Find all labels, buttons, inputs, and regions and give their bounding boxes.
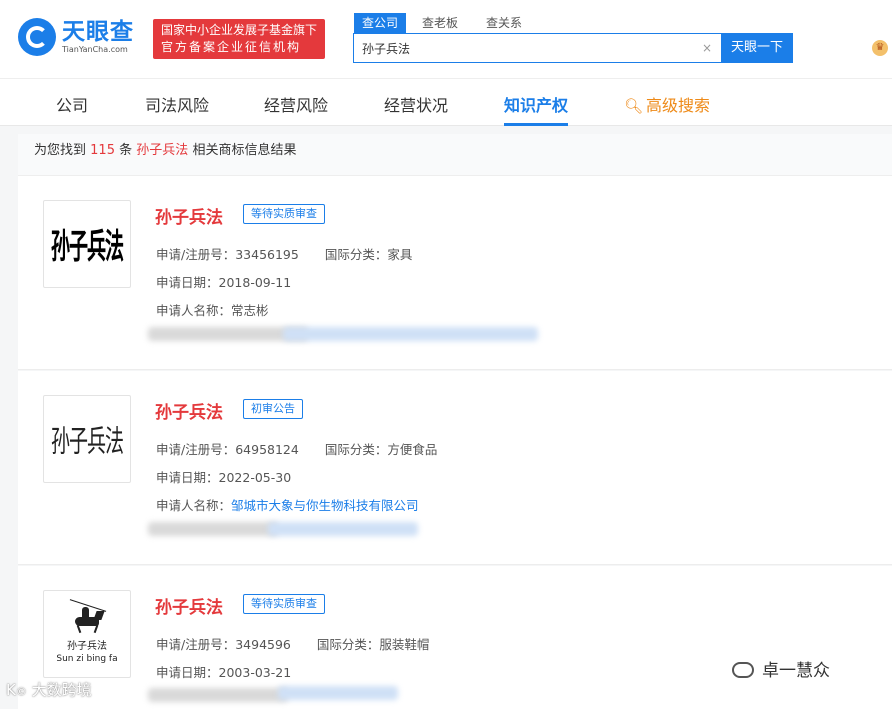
redacted-text xyxy=(283,327,538,341)
category-nav: 公司 司法风险 经营风险 经营状况 知识产权 🔍︎ 高级搜索 xyxy=(0,78,892,126)
tab-relation[interactable]: 查关系 xyxy=(478,13,530,33)
nav-judicial-risk[interactable]: 司法风险 xyxy=(145,92,209,116)
class-label: 国际分类： xyxy=(324,442,388,457)
logo-eye-icon xyxy=(18,18,56,56)
class-value: 服装鞋帽 xyxy=(379,637,430,652)
date-label: 申请日期： xyxy=(156,470,219,485)
class-value: 方便食品 xyxy=(387,442,438,457)
status-badge: 初审公告 xyxy=(243,399,303,419)
applicant-name: 常志彬 xyxy=(231,303,269,318)
horseman-logo-icon xyxy=(67,598,107,633)
watermark-right-text: 卓一慧众 xyxy=(762,661,830,681)
trademark-image-text: 孙子兵法 xyxy=(50,423,124,459)
result-prefix: 为您找到 xyxy=(34,143,87,158)
logo-domain: TianYanCha.com xyxy=(62,45,128,54)
trademark-card[interactable]: 孙子兵法 Sun zi bing fa 孙子兵法 等待实质审查 申请/注册号：3… xyxy=(18,566,892,709)
watermark-left-text: 大数跨境 xyxy=(31,681,92,699)
date-value: 2003-03-21 xyxy=(218,665,292,680)
logo-name: 天眼查 xyxy=(62,19,134,45)
nav-business-status[interactable]: 经营状况 xyxy=(384,92,448,116)
nav-company[interactable]: 公司 xyxy=(56,92,88,116)
nav-intellectual-property[interactable]: 知识产权 xyxy=(504,92,569,126)
reg-number: 3494596 xyxy=(235,637,291,652)
registration-info: 申请/注册号：64958124 国际分类：方便食品 xyxy=(156,439,437,458)
trademark-image[interactable]: 孙子兵法 Sun zi bing fa xyxy=(43,590,131,678)
badge-line-1: 国家中小企业发展子基金旗下 xyxy=(161,23,318,37)
tab-boss[interactable]: 查老板 xyxy=(414,13,466,33)
nav-business-risk[interactable]: 经营风险 xyxy=(264,92,328,116)
application-date: 申请日期：2018-09-11 xyxy=(156,272,291,291)
trademark-image-cn: 孙子兵法 xyxy=(67,640,107,652)
trademark-image[interactable]: 孙子兵法 xyxy=(43,200,131,288)
trademark-title[interactable]: 孙子兵法 xyxy=(155,398,223,423)
class-label: 国际分类： xyxy=(324,247,388,262)
applicant-label: 申请人名称： xyxy=(156,303,232,318)
date-value: 2018-09-11 xyxy=(218,275,292,290)
redacted-text xyxy=(148,522,278,536)
search-type-tabs: 查公司 查老板 查关系 xyxy=(354,13,542,33)
redacted-text xyxy=(148,688,288,702)
badge-line-2: 官方备案企业征信机构 xyxy=(161,40,302,54)
trademark-card[interactable]: 孙子兵法 孙子兵法 初审公告 申请/注册号：64958124 国际分类：方便食品… xyxy=(18,371,892,565)
watermark-left: K© 大数跨境 xyxy=(6,681,92,699)
official-badge: 国家中小企业发展子基金旗下 官方备案企业征信机构 xyxy=(153,19,325,59)
top-header: 天眼查 TianYanCha.com 国家中小企业发展子基金旗下 官方备案企业征… xyxy=(0,0,892,78)
trademark-image-text: 孙子兵法 xyxy=(50,226,124,267)
status-badge: 等待实质审查 xyxy=(243,594,325,614)
search-input[interactable] xyxy=(354,34,684,62)
reg-number: 33456195 xyxy=(235,247,299,262)
date-value: 2022-05-30 xyxy=(218,470,292,485)
application-date: 申请日期：2022-05-30 xyxy=(156,467,291,486)
redacted-text xyxy=(268,522,418,536)
search-box: × xyxy=(353,33,722,63)
search-icon: 🔍︎ xyxy=(624,97,644,115)
applicant-link[interactable]: 邹城市大象与你生物科技有限公司 xyxy=(231,498,419,513)
advanced-search-label: 高级搜索 xyxy=(646,96,711,115)
trademark-image-en: Sun zi bing fa xyxy=(56,653,118,664)
registration-info: 申请/注册号：3494596 国际分类：服装鞋帽 xyxy=(156,634,429,653)
result-count: 115 xyxy=(90,143,115,158)
nav-advanced-search[interactable]: 🔍︎ 高级搜索 xyxy=(624,92,710,116)
date-label: 申请日期： xyxy=(156,275,219,290)
applicant-info: 申请人名称：邹城市大象与你生物科技有限公司 xyxy=(156,495,419,514)
result-summary: 为您找到 115 条 孙子兵法 相关商标信息结果 xyxy=(18,134,892,176)
trademark-image[interactable]: 孙子兵法 xyxy=(43,395,131,483)
trademark-card[interactable]: 孙子兵法 孙子兵法 等待实质审查 申请/注册号：33456195 国际分类：家具… xyxy=(18,176,892,370)
class-label: 国际分类： xyxy=(316,637,380,652)
application-date: 申请日期：2003-03-21 xyxy=(156,662,291,681)
registration-info: 申请/注册号：33456195 国际分类：家具 xyxy=(156,244,412,263)
applicant-info: 申请人名称：常志彬 xyxy=(156,300,269,319)
tianyancha-logo[interactable]: 天眼查 TianYanCha.com xyxy=(18,18,134,56)
applicant-label: 申请人名称： xyxy=(156,498,232,513)
reg-label: 申请/注册号： xyxy=(156,442,236,457)
date-label: 申请日期： xyxy=(156,665,219,680)
trademark-title[interactable]: 孙子兵法 xyxy=(155,203,223,228)
search-button[interactable]: 天眼一下 xyxy=(721,33,793,63)
wechat-icon xyxy=(732,662,754,678)
tab-company[interactable]: 查公司 xyxy=(354,13,407,33)
reg-number: 64958124 xyxy=(235,442,299,457)
status-badge: 等待实质审查 xyxy=(243,204,325,224)
reg-label: 申请/注册号： xyxy=(156,247,236,262)
reg-label: 申请/注册号： xyxy=(156,637,236,652)
class-value: 家具 xyxy=(387,247,413,262)
clear-icon[interactable]: × xyxy=(702,41,712,55)
crown-icon[interactable]: ♛ xyxy=(872,40,888,56)
trademark-title[interactable]: 孙子兵法 xyxy=(155,593,223,618)
watermark-right: 卓一慧众 xyxy=(732,656,830,681)
result-keyword: 孙子兵法 xyxy=(136,143,189,158)
redacted-text xyxy=(278,686,398,700)
result-unit: 条 xyxy=(119,143,133,158)
result-suffix: 相关商标信息结果 xyxy=(192,143,297,158)
